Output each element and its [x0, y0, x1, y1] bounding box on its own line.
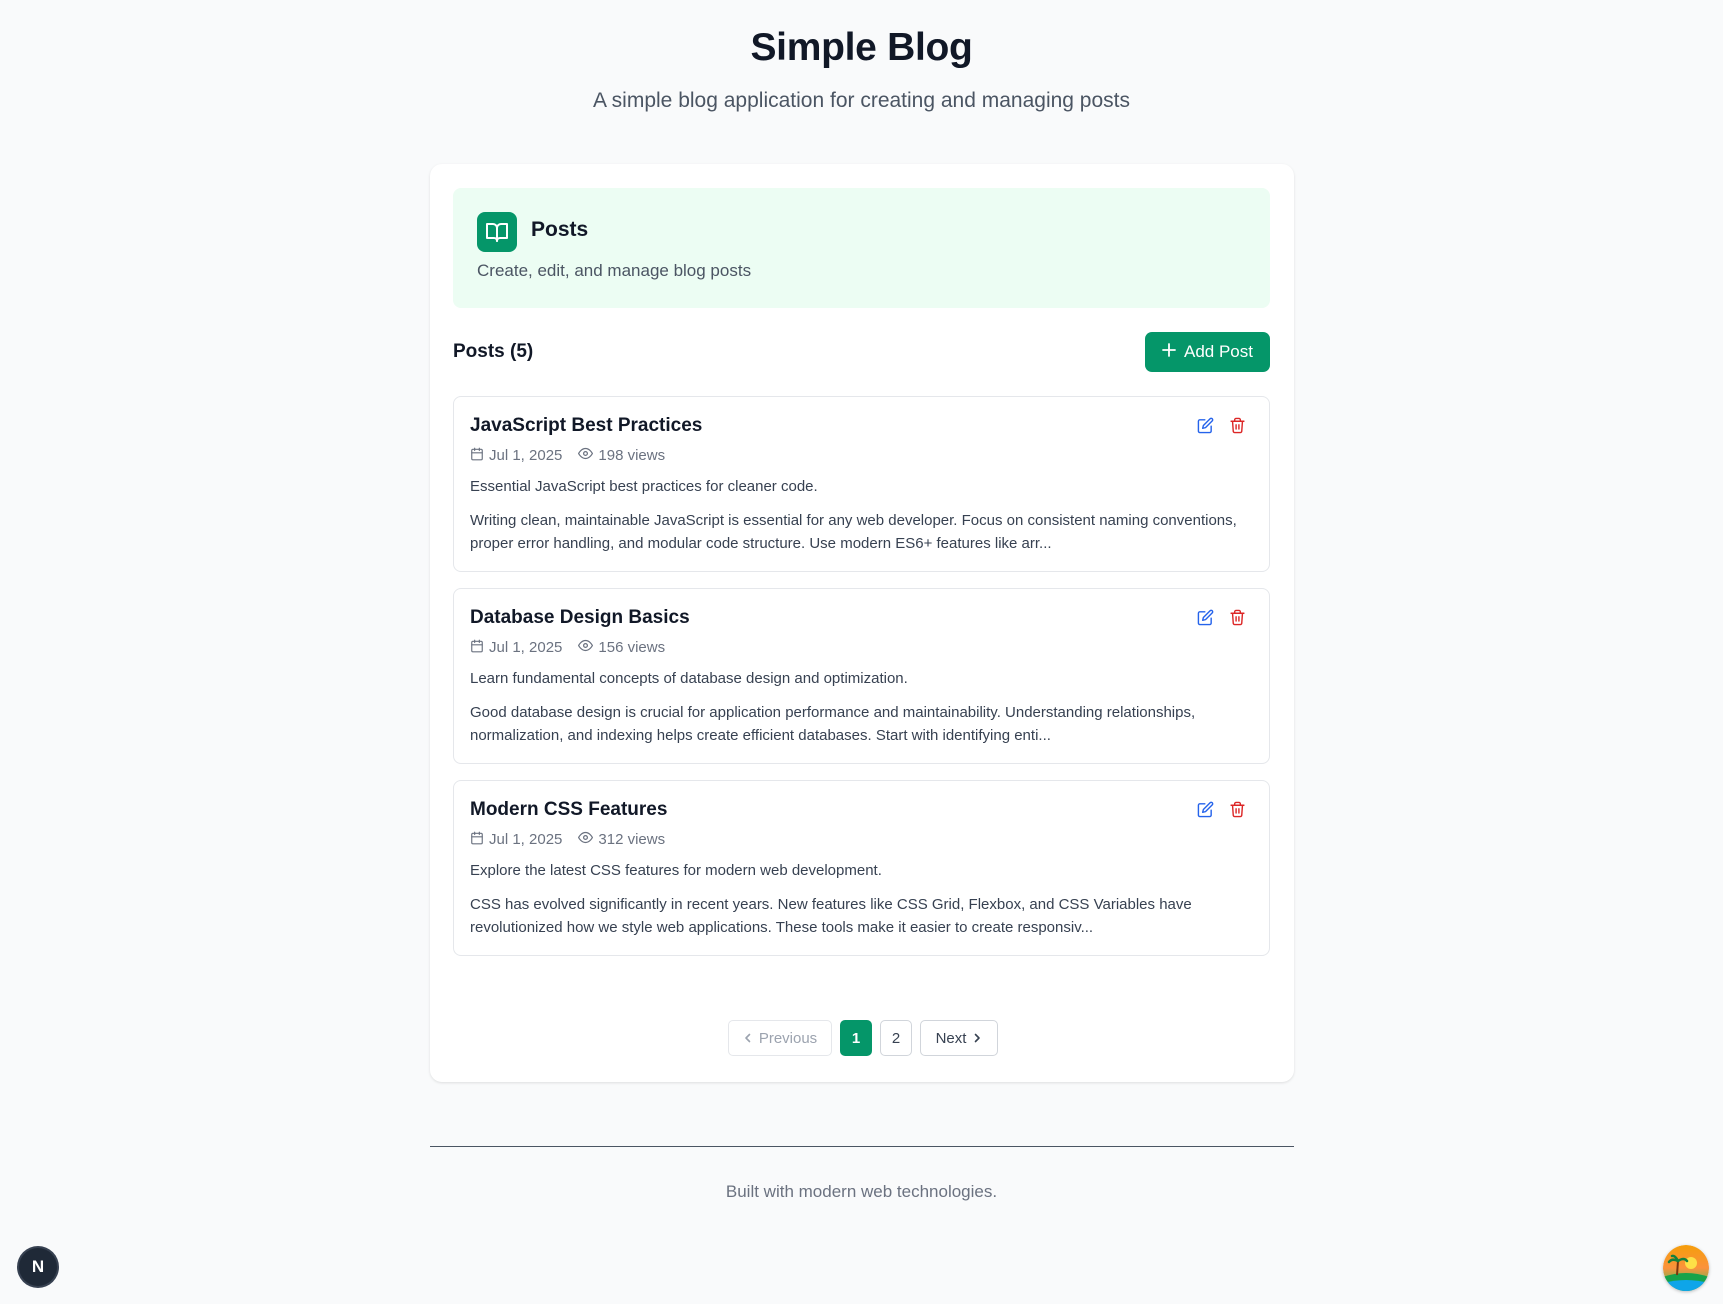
- post-date: Jul 1, 2025: [489, 447, 563, 464]
- post-body: Good database design is crucial for appl…: [470, 704, 1196, 744]
- eye-icon: [578, 446, 594, 465]
- eye-icon: [578, 830, 594, 849]
- edit-icon[interactable]: [1195, 799, 1215, 819]
- post-card[interactable]: Database Design Basics Jul 1, 2025 156 v…: [453, 588, 1270, 764]
- post-views: 312 views: [598, 831, 666, 848]
- trash-icon[interactable]: [1227, 607, 1247, 627]
- site-subtitle: A simple blog application for creating a…: [593, 89, 1130, 112]
- calendar-icon: [470, 639, 484, 657]
- post-meta: Jul 1, 2025 312 views: [470, 830, 681, 849]
- posts-count: Posts (5): [453, 341, 534, 362]
- edit-icon[interactable]: [1195, 415, 1215, 435]
- page-1-button[interactable]: 1: [840, 1020, 872, 1056]
- plus-icon: [1162, 342, 1176, 362]
- post-meta: Jul 1, 2025 156 views: [470, 638, 681, 657]
- page-2-button[interactable]: 2: [880, 1020, 912, 1056]
- trash-icon[interactable]: [1227, 799, 1247, 819]
- post-views: 198 views: [598, 447, 666, 464]
- post-title[interactable]: JavaScript Best Practices: [470, 415, 702, 437]
- post-title[interactable]: Database Design Basics: [470, 607, 690, 629]
- footer-divider: [430, 1146, 1294, 1147]
- post-title[interactable]: Modern CSS Features: [470, 799, 667, 821]
- post-views: 156 views: [598, 639, 666, 656]
- site-title: Simple Blog: [750, 26, 973, 69]
- previous-page-button[interactable]: Previous: [728, 1020, 832, 1056]
- pagination: Previous 1 2 Next: [728, 1020, 998, 1056]
- book-open-icon: [477, 212, 517, 252]
- post-body: CSS has evolved significantly in recent …: [470, 896, 1192, 936]
- dev-badge-letter: N: [31, 1257, 45, 1276]
- calendar-icon: [470, 447, 484, 465]
- previous-label: Previous: [758, 1029, 818, 1047]
- chevron-left-icon: [743, 1030, 753, 1047]
- edit-icon[interactable]: [1195, 607, 1215, 627]
- post-card[interactable]: Modern CSS Features Jul 1, 2025 312 view…: [453, 780, 1270, 956]
- post-excerpt: Explore the latest CSS features for mode…: [470, 862, 882, 879]
- post-date: Jul 1, 2025: [489, 831, 563, 848]
- footer-text: Built with modern web technologies.: [725, 1182, 998, 1201]
- calendar-icon: [470, 831, 484, 849]
- post-card[interactable]: JavaScript Best Practices Jul 1, 2025 19…: [453, 396, 1270, 572]
- posts-card: Posts Create, edit, and manage blog post…: [430, 164, 1294, 1082]
- post-body: Writing clean, maintainable JavaScript i…: [470, 512, 1237, 552]
- post-date: Jul 1, 2025: [489, 639, 563, 656]
- posts-header: Posts Create, edit, and manage blog post…: [453, 188, 1270, 308]
- post-meta: Jul 1, 2025 198 views: [470, 446, 681, 465]
- chevron-right-icon: [972, 1030, 982, 1047]
- next-label: Next: [935, 1029, 967, 1047]
- post-excerpt: Learn fundamental concepts of database d…: [470, 670, 908, 687]
- next-page-button[interactable]: Next: [920, 1020, 998, 1056]
- dev-tools-badge[interactable]: N: [19, 1248, 57, 1286]
- trash-icon[interactable]: [1227, 415, 1247, 435]
- post-excerpt: Essential JavaScript best practices for …: [470, 478, 818, 495]
- add-post-label: Add Post: [1184, 342, 1253, 361]
- posts-panel-title: Posts: [531, 218, 589, 241]
- posts-panel-description: Create, edit, and manage blog posts: [477, 261, 752, 280]
- add-post-button[interactable]: Add Post: [1145, 332, 1270, 372]
- eye-icon: [578, 638, 594, 657]
- avatar[interactable]: [1663, 1245, 1709, 1291]
